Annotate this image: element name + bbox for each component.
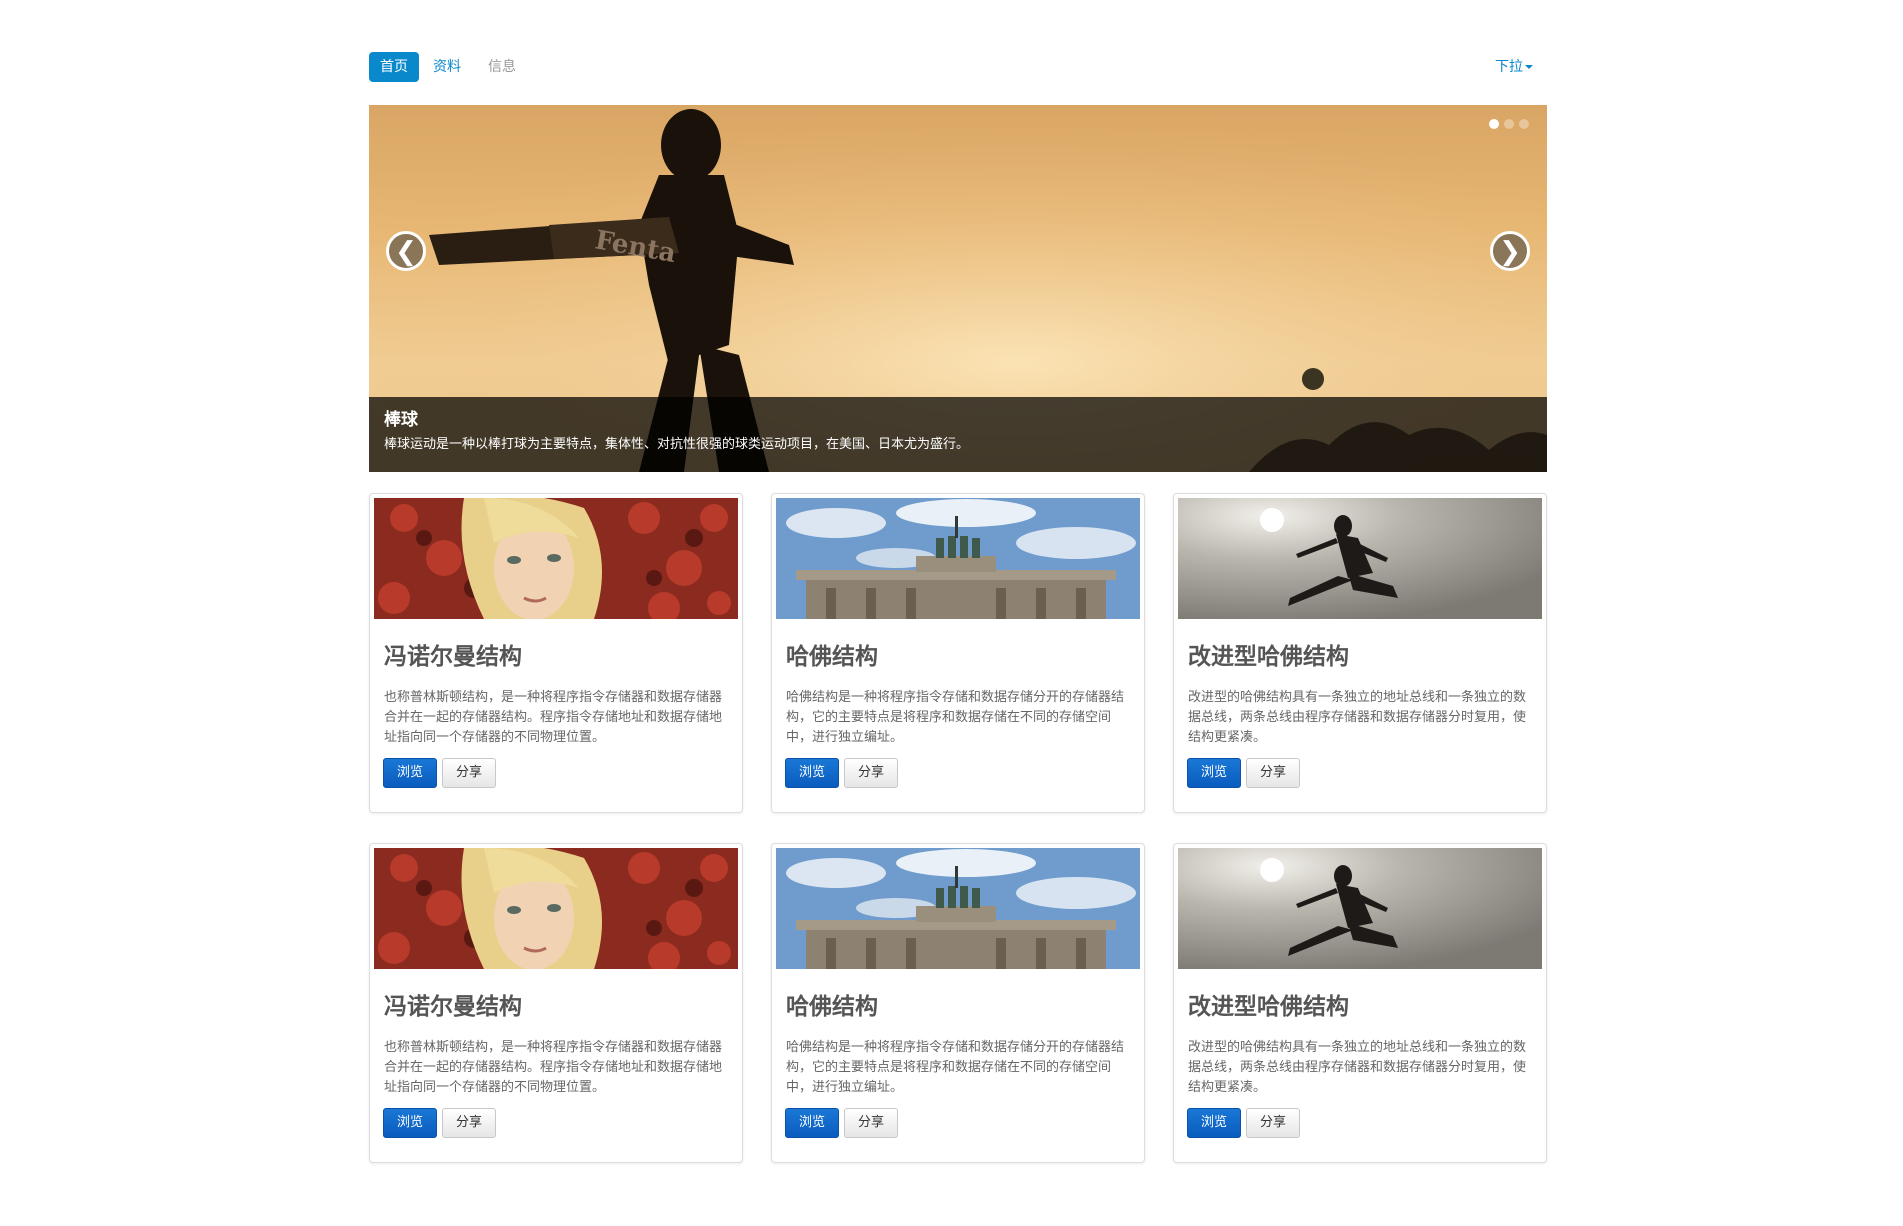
card-title: 改进型哈佛结构 bbox=[1188, 993, 1349, 1020]
share-button[interactable]: 分享 bbox=[1246, 758, 1300, 788]
card-title: 哈佛结构 bbox=[786, 993, 878, 1020]
card-description: 也称普林斯顿结构，是一种将程序指令存储器和数据存储器合并在一起的存储器结构。程序… bbox=[384, 1040, 723, 1095]
card-title: 冯诺尔曼结构 bbox=[384, 643, 522, 670]
hero-carousel[interactable]: Fenta ❮ ❯ 棒球 棒球运动是一种以棒打球为主要特点，集体性、对抗性很强的… bbox=[369, 105, 1547, 472]
carousel-indicators bbox=[1489, 119, 1529, 129]
carousel-indicator-3[interactable] bbox=[1519, 119, 1529, 129]
card-modified-harvard: 改进型哈佛结构 改进型的哈佛结构具有一条独立的地址总线和一条独立的数据总线，两条… bbox=[1173, 843, 1547, 1163]
card-title: 哈佛结构 bbox=[786, 643, 878, 670]
card-description: 哈佛结构是一种将程序指令存储和数据存储分开的存储器结构，它的主要特点是将程序和数… bbox=[786, 1040, 1125, 1095]
carousel-indicator-2[interactable] bbox=[1504, 119, 1514, 129]
browse-button[interactable]: 浏览 bbox=[1187, 1108, 1241, 1138]
carousel-next-button[interactable]: ❯ bbox=[1490, 231, 1530, 271]
blonde-woman-photo bbox=[374, 498, 738, 619]
nav-dropdown[interactable]: 下拉 bbox=[1495, 52, 1533, 82]
card-description: 改进型的哈佛结构具有一条独立的地址总线和一条独立的数据总线，两条总线由程序存储器… bbox=[1188, 1040, 1527, 1095]
card-title: 改进型哈佛结构 bbox=[1188, 643, 1349, 670]
browse-button[interactable]: 浏览 bbox=[785, 758, 839, 788]
share-button[interactable]: 分享 bbox=[442, 1108, 496, 1138]
card-modified-harvard: 改进型哈佛结构 改进型的哈佛结构具有一条独立的地址总线和一条独立的数据总线，两条… bbox=[1173, 493, 1547, 813]
share-button[interactable]: 分享 bbox=[844, 758, 898, 788]
carousel-caption: 棒球 棒球运动是一种以棒打球为主要特点，集体性、对抗性很强的球类运动项目，在美国… bbox=[369, 397, 1547, 472]
brandenburg-gate-photo bbox=[776, 498, 1140, 619]
carousel-prev-button[interactable]: ❮ bbox=[386, 231, 426, 271]
card-description: 哈佛结构是一种将程序指令存储和数据存储分开的存储器结构，它的主要特点是将程序和数… bbox=[786, 690, 1125, 745]
share-button[interactable]: 分享 bbox=[1246, 1108, 1300, 1138]
blonde-woman-photo bbox=[374, 848, 738, 969]
card-title: 冯诺尔曼结构 bbox=[384, 993, 522, 1020]
martial-arts-kick-photo bbox=[1178, 498, 1542, 619]
share-button[interactable]: 分享 bbox=[442, 758, 496, 788]
browse-button[interactable]: 浏览 bbox=[383, 758, 437, 788]
nav-pill-info[interactable]: 信息 bbox=[477, 52, 527, 82]
card-von-neumann: 冯诺尔曼结构 也称普林斯顿结构，是一种将程序指令存储器和数据存储器合并在一起的存… bbox=[369, 843, 743, 1163]
carousel-indicator-1[interactable] bbox=[1489, 119, 1499, 129]
browse-button[interactable]: 浏览 bbox=[785, 1108, 839, 1138]
card-description: 改进型的哈佛结构具有一条独立的地址总线和一条独立的数据总线，两条总线由程序存储器… bbox=[1188, 690, 1527, 745]
brandenburg-gate-photo bbox=[776, 848, 1140, 969]
card-von-neumann: 冯诺尔曼结构 也称普林斯顿结构，是一种将程序指令存储器和数据存储器合并在一起的存… bbox=[369, 493, 743, 813]
browse-button[interactable]: 浏览 bbox=[1187, 758, 1241, 788]
browse-button[interactable]: 浏览 bbox=[383, 1108, 437, 1138]
card-harvard: 哈佛结构 哈佛结构是一种将程序指令存储和数据存储分开的存储器结构，它的主要特点是… bbox=[771, 493, 1145, 813]
martial-arts-kick-photo bbox=[1178, 848, 1542, 969]
carousel-caption-title: 棒球 bbox=[384, 410, 418, 430]
share-button[interactable]: 分享 bbox=[844, 1108, 898, 1138]
carousel-caption-text: 棒球运动是一种以棒打球为主要特点，集体性、对抗性很强的球类运动项目，在美国、日本… bbox=[384, 437, 970, 452]
caret-down-icon bbox=[1525, 65, 1533, 69]
top-nav: 首页 资料 信息 下拉 bbox=[369, 52, 1547, 82]
card-description: 也称普林斯顿结构，是一种将程序指令存储器和数据存储器合并在一起的存储器结构。程序… bbox=[384, 690, 723, 745]
nav-pill-profile[interactable]: 资料 bbox=[422, 52, 472, 82]
card-harvard: 哈佛结构 哈佛结构是一种将程序指令存储和数据存储分开的存储器结构，它的主要特点是… bbox=[771, 843, 1145, 1163]
nav-dropdown-label: 下拉 bbox=[1495, 59, 1523, 75]
nav-pill-home[interactable]: 首页 bbox=[369, 52, 419, 82]
